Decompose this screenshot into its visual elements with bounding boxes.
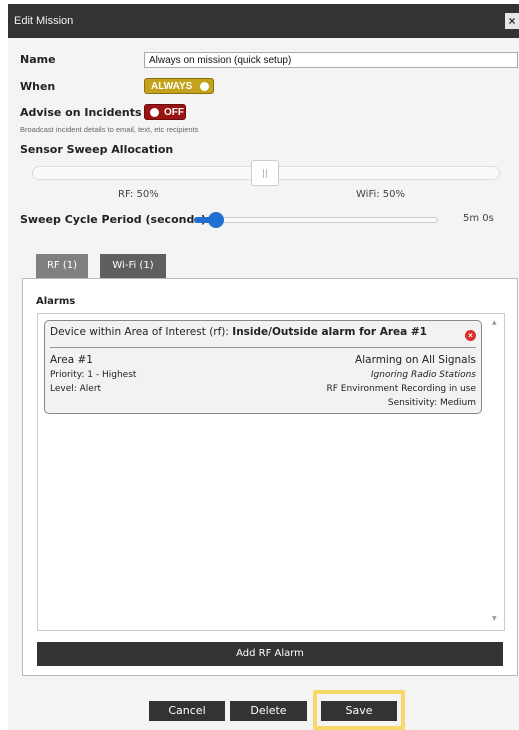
save-button[interactable]: Save [321,701,397,721]
advise-toggle[interactable]: OFF [144,104,186,120]
alarm-type: Device within Area of Interest (rf): [50,326,229,338]
alarm-sensitivity: Sensitivity: Medium [387,398,476,408]
when-label: When [20,80,56,93]
when-toggle-text: ALWAYS [151,81,193,92]
tab-wifi[interactable]: Wi-Fi (1) [100,254,166,278]
alarm-name: Inside/Outside alarm for Area #1 [232,326,427,338]
cancel-button[interactable]: Cancel [149,701,225,721]
toggle-knob-icon [200,82,209,91]
alarms-title: Alarms [36,296,76,307]
cycle-value: 5m 0s [463,213,494,224]
cycle-slider-handle[interactable] [208,212,224,228]
sweep-label: Sensor Sweep Allocation [20,143,174,156]
name-label: Name [20,53,56,66]
alarm-signals: Alarming on All Signals [355,354,476,366]
delete-button[interactable]: Delete [230,701,307,721]
rf-percent: RF: 50% [118,189,159,200]
cycle-slider-track[interactable] [194,217,438,223]
edit-mission-dialog: Edit Mission × Name When ALWAYS Advise o… [8,4,519,730]
list-scrollbar[interactable]: ▲ ▼ [488,317,502,627]
tab-rf[interactable]: RF (1) [36,254,88,278]
alarm-priority: Priority: 1 - Highest [50,370,137,380]
advise-label: Advise on Incidents [20,106,142,119]
remove-alarm-icon[interactable]: × [465,330,476,341]
add-rf-alarm-button[interactable]: Add RF Alarm [37,642,503,666]
alarm-card[interactable]: Device within Area of Interest (rf): Ins… [44,320,482,414]
sweep-slider-handle[interactable] [251,160,279,186]
alarm-recording: RF Environment Recording in use [326,384,477,394]
advise-hint: Broadcast incident details to email, tex… [20,125,199,134]
alarm-level: Level: Alert [50,384,102,394]
grip-icon [263,169,267,178]
scroll-up-icon[interactable]: ▲ [492,319,497,326]
scroll-down-icon[interactable]: ▼ [492,615,497,622]
card-divider [50,347,476,348]
title-bar: Edit Mission × [8,4,519,38]
dialog-title: Edit Mission [14,15,74,27]
alarm-ignoring: Ignoring Radio Stations [370,370,476,380]
alarm-card-heading: Device within Area of Interest (rf): Ins… [50,326,427,338]
mission-name-input[interactable] [144,52,518,68]
toggle-knob-icon [150,108,159,117]
cycle-label: Sweep Cycle Period (seconds) [20,213,206,226]
advise-toggle-text: OFF [164,107,184,118]
wifi-percent: WiFi: 50% [356,189,406,200]
close-icon[interactable]: × [505,13,519,29]
alarm-area: Area #1 [50,354,93,366]
when-always-toggle[interactable]: ALWAYS [144,78,214,94]
